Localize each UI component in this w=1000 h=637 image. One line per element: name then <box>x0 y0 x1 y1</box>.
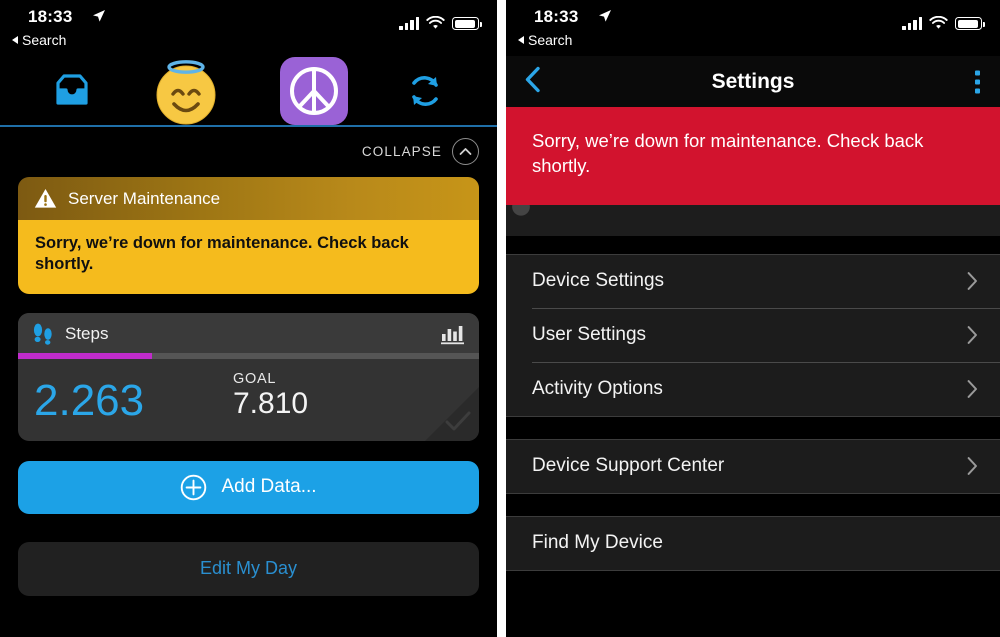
settings-group: Device Support Center <box>506 438 1000 494</box>
wifi-icon <box>426 16 445 29</box>
app-tile <box>279 56 348 125</box>
panel-separator <box>497 0 506 637</box>
edit-my-day-button[interactable]: Edit My Day <box>18 541 479 596</box>
list-item[interactable]: User Settings <box>506 309 1000 362</box>
status-bar-indicators-right <box>902 16 985 30</box>
sidebar-item-profile[interactable] <box>149 54 223 128</box>
back-triangle-icon <box>12 36 18 44</box>
right-phone-panel: 18:33 Search Settings Sorry, we’re down … <box>506 0 1000 637</box>
list-item[interactable]: Find My Device <box>506 517 1000 570</box>
settings-group-gap <box>506 235 1000 254</box>
cellular-signal-icon <box>902 17 922 30</box>
settings-group: Find My Device <box>506 515 1000 571</box>
battery-icon <box>452 17 482 30</box>
steps-current-value: 2.263 <box>34 375 145 425</box>
left-phone-panel: 18:33 Search COLLAPSE Server Maintenance… <box>0 0 497 637</box>
steps-card-header: Steps <box>18 313 479 354</box>
edit-my-day-label: Edit My Day <box>199 558 298 579</box>
steps-goal-value: 7.810 <box>233 387 309 421</box>
list-item[interactable]: Activity Options <box>506 363 1000 416</box>
steps-progress-track <box>18 353 479 360</box>
sidebar-item-sync[interactable] <box>405 71 445 111</box>
steps-progress-fill <box>18 353 152 360</box>
dual-phone-screenshot: 18:33 Search COLLAPSE Server Maintenance… <box>0 0 1000 637</box>
partial-row-icon <box>506 204 538 218</box>
list-item[interactable]: Device Support Center <box>506 440 1000 493</box>
inbox-tray-icon <box>56 73 88 105</box>
list-item-label: Activity Options <box>532 378 663 400</box>
maintenance-card-message: Sorry, we’re down for maintenance. Check… <box>18 220 479 295</box>
settings-list: Device Settings User Settings Activity Opt… <box>506 235 1000 571</box>
collapse-label: COLLAPSE <box>361 143 442 159</box>
chevron-right-icon <box>967 457 977 475</box>
bar-chart-icon[interactable] <box>440 322 465 345</box>
settings-nav-bar: Settings <box>506 56 1000 107</box>
chevron-up-icon <box>459 147 472 155</box>
status-bar-time: 18:33 <box>28 7 73 26</box>
collapse-toggle-button[interactable] <box>452 137 479 165</box>
maintenance-card-header: Server Maintenance <box>18 177 479 220</box>
wifi-icon <box>929 16 948 29</box>
peace-symbol-icon <box>289 66 338 115</box>
app-tab-bar <box>0 56 497 125</box>
settings-group-gap <box>506 416 1000 439</box>
list-item-label: Device Support Center <box>532 455 725 477</box>
add-data-label: Add Data... <box>221 476 317 498</box>
group-bottom-separator <box>506 569 1000 571</box>
chevron-left-icon <box>525 66 540 92</box>
list-item-label: Find My Device <box>532 532 663 554</box>
sidebar-item-peace-app[interactable] <box>279 56 348 125</box>
location-arrow-icon <box>599 10 611 22</box>
status-bar-indicators <box>399 16 482 30</box>
settings-group-gap <box>506 493 1000 516</box>
steps-goal-label: GOAL <box>233 371 277 388</box>
status-bar-left: 18:33 Search <box>0 0 497 56</box>
chevron-right-icon <box>967 380 977 398</box>
cellular-signal-icon <box>399 17 419 30</box>
warning-triangle-icon <box>34 189 57 208</box>
steps-card[interactable]: Steps 2.263 GOAL 7.810 <box>18 313 479 441</box>
status-bar-back-label-right: Search <box>528 32 573 48</box>
status-bar-time-right: 18:33 <box>534 7 579 26</box>
sync-refresh-icon <box>411 75 438 106</box>
back-button[interactable] <box>524 65 542 98</box>
steps-goal-block: GOAL 7.810 <box>233 371 308 423</box>
left-panel-body: COLLAPSE Server Maintenance Sorry, we’re… <box>0 127 497 596</box>
status-bar-right: 18:33 Search <box>506 0 1000 56</box>
chevron-right-icon <box>967 272 977 290</box>
status-bar-back-label: Search <box>22 32 67 48</box>
list-item-label: User Settings <box>532 324 647 346</box>
overflow-menu-icon[interactable] <box>975 70 980 93</box>
add-data-button[interactable]: Add Data... <box>18 460 479 514</box>
location-arrow-icon <box>93 10 105 22</box>
back-triangle-icon <box>518 36 524 44</box>
steps-values: 2.263 GOAL 7.810 <box>18 359 479 441</box>
settings-group: Device Settings User Settings Activity Opt… <box>506 253 1000 417</box>
maintenance-card-title: Server Maintenance <box>68 188 221 208</box>
footprints-icon <box>33 323 52 345</box>
steps-card-label: Steps <box>65 323 109 343</box>
chevron-right-icon <box>967 326 977 344</box>
collapse-row[interactable]: COLLAPSE <box>18 127 479 175</box>
page-title: Settings <box>711 69 795 93</box>
list-item-label: Device Settings <box>532 270 665 292</box>
partially-hidden-row[interactable] <box>506 204 1000 236</box>
server-maintenance-card[interactable]: Server Maintenance Sorry, we’re down for… <box>18 177 479 295</box>
checkmark-icon <box>445 411 471 431</box>
list-item[interactable]: Device Settings <box>506 255 1000 308</box>
status-bar-back-to-search[interactable]: Search <box>12 32 66 48</box>
smiling-face-with-halo-emoji <box>156 59 216 124</box>
sidebar-item-inbox[interactable] <box>52 73 92 109</box>
battery-icon <box>955 17 985 30</box>
status-bar-back-to-search-right[interactable]: Search <box>518 32 572 48</box>
plus-circle-icon <box>181 474 207 501</box>
maintenance-alert-banner: Sorry, we’re down for maintenance. Check… <box>506 107 1000 205</box>
